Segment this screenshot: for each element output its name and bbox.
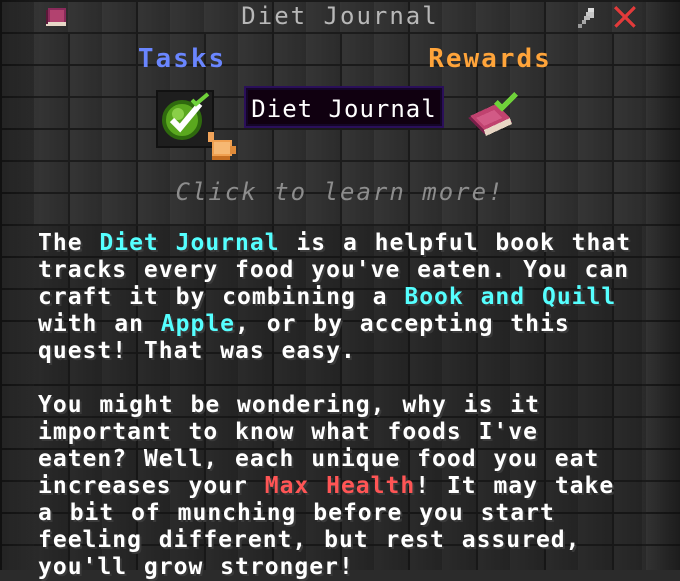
click-to-learn-hint[interactable]: Click to learn more! — [0, 178, 680, 206]
pointer-hand-icon — [208, 132, 236, 160]
highlight-diet-journal: Diet Journal — [99, 230, 280, 256]
quest-description: The Diet Journal is a helpful book that … — [34, 226, 642, 580]
item-tooltip: Diet Journal — [244, 86, 444, 128]
text-span: The — [38, 230, 100, 256]
close-icon[interactable] — [612, 4, 638, 30]
pin-icon[interactable] — [576, 6, 600, 30]
description-paragraph-1: The Diet Journal is a helpful book that … — [38, 230, 642, 365]
tab-tasks[interactable]: Tasks — [120, 44, 244, 74]
text-span: with an — [38, 311, 161, 337]
diet-journal-book-icon[interactable] — [464, 90, 520, 142]
tab-rewards[interactable]: Rewards — [410, 44, 570, 74]
description-paragraph-2: You might be wondering, why is it import… — [38, 392, 642, 581]
highlight-apple: Apple — [160, 311, 236, 337]
highlight-book-and-quill: Book and Quill — [404, 284, 617, 310]
highlight-max-health: Max Health — [264, 473, 416, 499]
